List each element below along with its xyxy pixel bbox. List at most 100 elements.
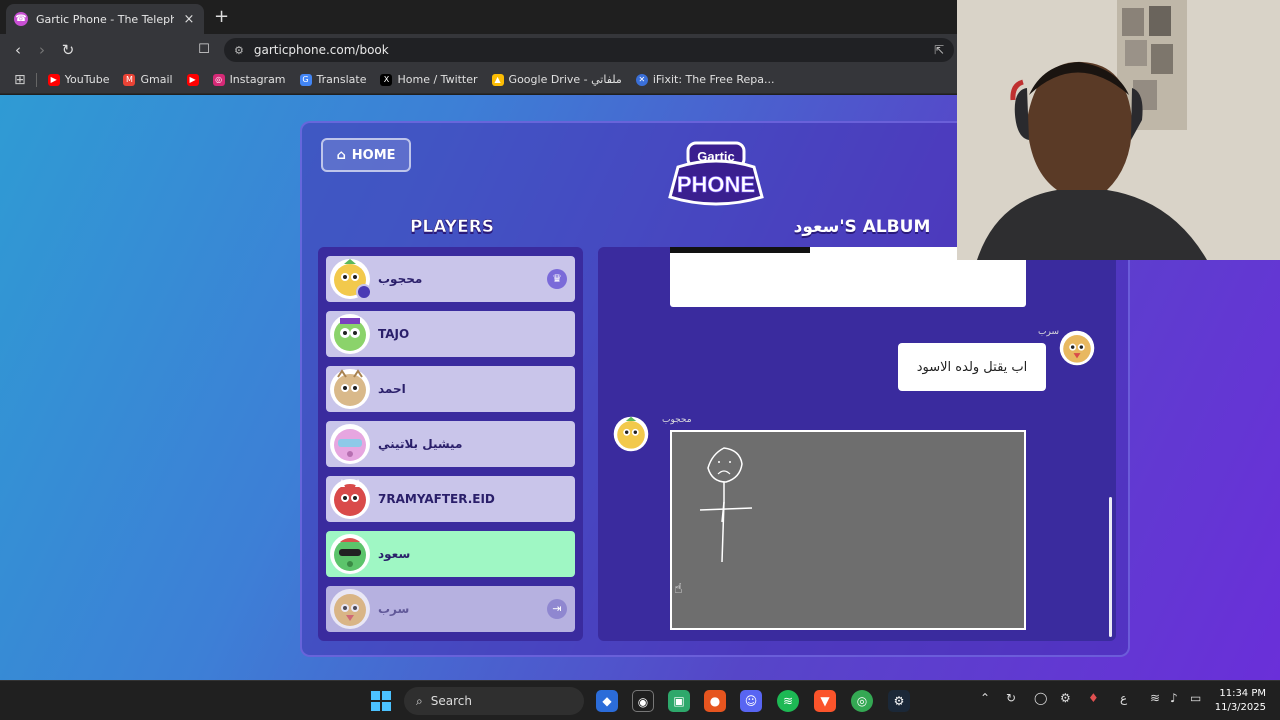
message-bubble: اب يقتل ولده الاسود — [898, 343, 1046, 391]
gmail-icon: M — [123, 73, 136, 86]
battery-icon[interactable]: ▭ — [1190, 691, 1201, 705]
youtube-icon: ▶ — [47, 73, 60, 86]
stick-figure-drawing — [699, 447, 753, 563]
discord-icon[interactable]: ☺ — [740, 690, 762, 712]
forward-icon[interactable]: › — [32, 40, 52, 60]
browser-tab[interactable]: ☎ Gartic Phone - The Telephone Ga × — [6, 4, 204, 34]
player-name: محجوب — [378, 272, 423, 286]
bookmark-twitter[interactable]: X Home / Twitter — [373, 73, 484, 86]
player-name: سعود — [378, 547, 411, 561]
gartic-favicon-icon: ☎ — [14, 12, 28, 26]
translate-icon: G — [299, 73, 312, 86]
bookmark-drive[interactable]: ▲ Google Drive - ملفاتي — [485, 73, 629, 86]
search-label: Search — [430, 694, 472, 708]
player-avatar — [330, 314, 370, 354]
players-list: محجوب ♛ TAJO احمد ميشيل بلاتيني 7RAMYAFT… — [318, 247, 583, 641]
player-row[interactable]: احمد — [326, 366, 575, 412]
reload-icon[interactable]: ↻ — [58, 40, 78, 60]
player-row-left[interactable]: سرب ⇥ — [326, 586, 575, 632]
language-indicator[interactable]: ع — [1120, 691, 1127, 705]
message-avatar — [613, 416, 649, 452]
player-avatar — [330, 369, 370, 409]
players-title: PLAYERS — [409, 217, 495, 238]
bookmark-gmail[interactable]: M Gmail — [116, 73, 179, 86]
message-avatar — [1059, 330, 1095, 366]
bookmark-ifixit[interactable]: ✕ iFixit: The Free Repa... — [629, 73, 782, 86]
player-avatar — [330, 534, 370, 574]
copilot-icon[interactable]: ◆ — [596, 690, 618, 712]
sync-icon[interactable]: ↻ — [1006, 691, 1016, 705]
windows-taskbar: ⌕ Search ◆ ◉ ▣ ● ☺ ≋ ▼ ◎ ⚙ ⌃ ↻ ◯ ⚙ ♦ ع ≋… — [0, 680, 1280, 720]
search-icon: ⌕ — [416, 693, 423, 708]
system-clock[interactable]: 11:34 PM 11/3/2025 — [1215, 687, 1266, 715]
player-name: ميشيل بلاتيني — [378, 437, 463, 451]
tray-chevron-icon[interactable]: ⌃ — [980, 691, 990, 705]
player-row[interactable]: 7RAMYAFTER.EID — [326, 476, 575, 522]
streamer-webcam-image — [957, 0, 1280, 260]
clock-date: 11/3/2025 — [1214, 702, 1266, 713]
player-row[interactable]: ميشيل بلاتيني — [326, 421, 575, 467]
instagram-icon: ◎ — [212, 73, 225, 86]
logo-bottom-text: PHONE — [677, 172, 755, 197]
home-button[interactable]: ⌂ HOME — [321, 138, 411, 172]
player-row[interactable]: TAJO — [326, 311, 575, 357]
user-badge-icon — [356, 284, 372, 300]
bookmark-youtube-2[interactable]: ▶ — [180, 73, 206, 86]
album-scrollbar[interactable] — [1109, 497, 1112, 637]
steam-tray-icon[interactable]: ⚙ — [1060, 691, 1071, 705]
back-icon[interactable]: ‹ — [8, 40, 28, 60]
gartic-phone-logo: Gartic PHONE — [668, 141, 764, 206]
bookmark-label: Google Drive - ملفاتي — [508, 73, 622, 86]
address-bar[interactable]: ⚙ garticphone.com/book ⇱ — [224, 38, 954, 62]
album-title: سعود'S ALBUM — [793, 217, 931, 237]
url-text[interactable]: garticphone.com/book — [254, 43, 924, 57]
player-name: احمد — [378, 382, 406, 396]
crown-icon: ♛ — [547, 269, 567, 289]
tray-app-icon[interactable]: ◯ — [1034, 691, 1047, 705]
player-row[interactable]: محجوب ♛ — [326, 256, 575, 302]
bookmark-translate[interactable]: G Translate — [293, 73, 374, 86]
wifi-icon[interactable]: ≋ — [1150, 691, 1160, 705]
close-tab-icon[interactable]: × — [182, 12, 196, 27]
store-icon[interactable]: ▣ — [668, 690, 690, 712]
webcam-overlay — [957, 0, 1280, 260]
bookmark-label: YouTube — [64, 73, 110, 86]
player-name: سرب — [378, 602, 410, 616]
bookmark-icon[interactable]: ☐ — [194, 40, 214, 60]
bookmark-label: Home / Twitter — [397, 73, 478, 86]
spotify-icon[interactable]: ≋ — [777, 690, 799, 712]
bookmark-label: Gmail — [140, 73, 173, 86]
bookmark-separator — [35, 72, 37, 87]
brave-icon[interactable]: ▼ — [814, 690, 836, 712]
tab-title: Gartic Phone - The Telephone Ga — [36, 12, 174, 26]
apps-grid-icon[interactable]: ⊞ — [8, 72, 32, 88]
mouse-cursor-icon: ☝ — [674, 581, 683, 597]
player-avatar — [330, 424, 370, 464]
taskbar-search[interactable]: ⌕ Search — [404, 687, 584, 715]
volume-icon[interactable]: ♪ — [1170, 691, 1178, 705]
x-icon: X — [380, 73, 393, 86]
firefox-icon[interactable]: ● — [704, 690, 726, 712]
steam-icon[interactable]: ⚙ — [888, 690, 910, 712]
site-info-icon[interactable]: ⚙ — [234, 44, 244, 57]
share-icon[interactable]: ⇱ — [934, 43, 944, 57]
microphone-icon[interactable]: ♦ — [1088, 691, 1099, 705]
bookmark-instagram[interactable]: ◎ Instagram — [206, 73, 293, 86]
clock-time: 11:34 PM — [1219, 688, 1266, 699]
bookmark-label: iFixit: The Free Repa... — [652, 73, 775, 86]
message-author: محجوب — [662, 415, 692, 425]
bookmark-label: Translate — [316, 73, 367, 86]
youtube-icon: ▶ — [186, 73, 199, 86]
player-avatar — [330, 479, 370, 519]
drawing-stroke — [670, 247, 810, 253]
search-app-icon[interactable]: ◉ — [632, 690, 654, 712]
home-icon: ⌂ — [336, 147, 346, 163]
windows-start-icon[interactable] — [371, 691, 391, 711]
left-game-icon: ⇥ — [547, 599, 567, 619]
player-row-active[interactable]: سعود — [326, 531, 575, 577]
chrome-icon[interactable]: ◎ — [851, 690, 873, 712]
drive-icon: ▲ — [491, 73, 504, 86]
bookmark-youtube[interactable]: ▶ YouTube — [41, 73, 117, 86]
player-avatar — [330, 589, 370, 629]
new-tab-button[interactable]: + — [214, 6, 230, 27]
